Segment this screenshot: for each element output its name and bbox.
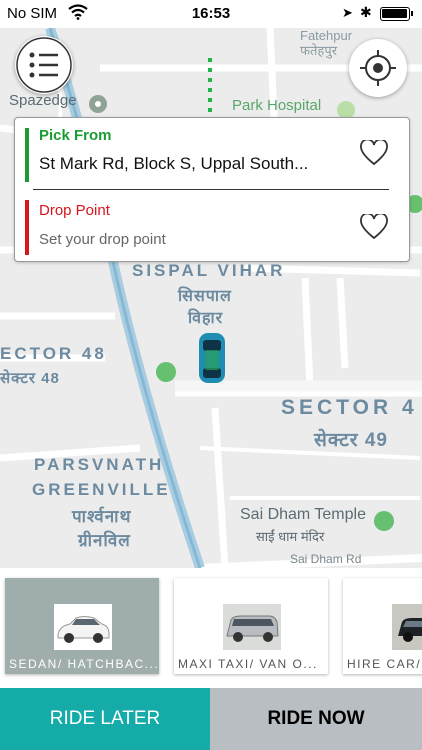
car-type-maxi-taxi[interactable]: MAXI TAXI/ VAN O...: [174, 578, 328, 674]
pickup-indicator: [25, 128, 29, 182]
area-greenville: GREENVILLE: [32, 480, 171, 499]
ride-now-button[interactable]: RIDE NOW: [210, 688, 422, 750]
sedan-car-image: [54, 604, 112, 650]
poi-park-hospital: Park Hospital: [232, 97, 322, 114]
car-type-label: MAXI TAXI/ VAN O...: [178, 657, 318, 671]
drop-title: Drop Point: [39, 202, 110, 219]
crosshair-icon: [349, 50, 407, 101]
ride-later-button[interactable]: RIDE LATER: [0, 688, 210, 750]
bluetooth-icon: ✱: [360, 4, 372, 20]
car-type-sedan[interactable]: SEDAN/ HATCHBAC...: [5, 578, 159, 674]
area-sispal-vihar: SISPAL VIHAR: [132, 261, 286, 280]
status-bar: No SIM 16:53 ➤ ✱: [0, 0, 422, 28]
location-arrow-icon: ➤: [342, 5, 353, 20]
drop-indicator: [25, 200, 29, 255]
address-card: Pick From St Mark Rd, Block S, Uppal Sou…: [14, 117, 410, 262]
car-type-label: SEDAN/ HATCHBAC...: [9, 657, 159, 671]
menu-button[interactable]: [15, 36, 73, 94]
area-sector-49: SECTOR 4: [281, 396, 418, 419]
menu-icon: [15, 37, 73, 98]
pickup-title: Pick From: [39, 127, 112, 144]
car-type-hire-car[interactable]: HIRE CAR/...: [343, 578, 422, 674]
car-type-selector[interactable]: SEDAN/ HATCHBAC... MAXI TAXI/ VAN O... H…: [0, 568, 422, 688]
maxi-taxi-car-image: [223, 604, 281, 650]
favorite-drop-heart-icon[interactable]: [360, 212, 388, 240]
map-area-top-right-hindi: फतेहपुर: [300, 43, 338, 58]
drop-address-field[interactable]: Set your drop point: [39, 231, 166, 248]
area-sector-48: ECTOR 48: [0, 344, 107, 363]
divider: [33, 189, 389, 190]
car-type-label: HIRE CAR/...: [347, 657, 422, 671]
area-greenville-hindi: ग्रीनविल: [78, 531, 131, 550]
area-sispal-vihar-hindi-1: सिसपाल: [178, 288, 232, 305]
area-sispal-vihar-hindi-2: विहार: [188, 310, 224, 327]
my-location-button[interactable]: [349, 39, 407, 97]
favorite-pickup-heart-icon[interactable]: [360, 138, 388, 166]
battery-icon: [380, 7, 413, 21]
map-view[interactable]: Spazedge Park Hospital Fatehpur फतेहपुर …: [0, 28, 422, 568]
area-sector-48-hindi: सेक्टर 48: [0, 370, 60, 387]
area-sector-49-hindi: सेक्टर 49: [314, 430, 388, 451]
area-parsvnath: PARSVNATH: [34, 455, 165, 474]
pickup-address-field[interactable]: St Mark Rd, Block S, Uppal South...: [39, 154, 308, 174]
clock: 16:53: [191, 5, 231, 22]
poi-sai-dham-temple-hindi: साईं धाम मंदिर: [256, 529, 325, 544]
road-sai-dham-rd: Sai Dham Rd: [290, 552, 362, 566]
hire-car-image: [392, 604, 422, 650]
area-parsvnath-hindi: पार्श्वनाथ: [72, 507, 132, 526]
poi-sai-dham-temple: Sai Dham Temple: [240, 506, 366, 523]
